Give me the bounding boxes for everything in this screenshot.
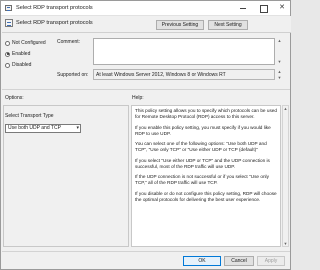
policy-icon bbox=[5, 5, 12, 11]
policy-dialog: Select RDP transport protocols ✕ Select … bbox=[0, 0, 291, 270]
cancel-button[interactable]: Cancel bbox=[224, 256, 254, 266]
transport-type-value: Use both UDP and TCP bbox=[8, 125, 61, 131]
close-icon[interactable]: ✕ bbox=[275, 1, 289, 15]
help-paragraph: This policy setting allows you to specif… bbox=[135, 108, 277, 119]
ok-button[interactable]: OK bbox=[183, 256, 221, 266]
footer-divider bbox=[2, 251, 290, 252]
transport-type-label: Select Transport Type bbox=[5, 113, 54, 119]
setting-icon bbox=[5, 19, 13, 27]
radio-button-selected[interactable] bbox=[5, 51, 10, 57]
supported-on-value: At least Windows Server 2012, Windows 8 … bbox=[93, 69, 275, 80]
comment-label: Comment: bbox=[57, 39, 81, 45]
minimize-icon[interactable] bbox=[236, 1, 250, 15]
supported-on-label: Supported on: bbox=[57, 72, 89, 78]
scroll-up-icon[interactable]: ▲ bbox=[283, 106, 288, 111]
radio-button[interactable] bbox=[5, 40, 10, 46]
radio-enabled[interactable]: Enabled bbox=[5, 51, 30, 58]
help-paragraph: If you select "Use either UDP or TCP" an… bbox=[135, 157, 270, 169]
previous-setting-button[interactable]: Previous Setting bbox=[156, 20, 204, 30]
help-paragraph: If the UDP connection is not successful … bbox=[135, 174, 269, 186]
apply-button[interactable]: Apply bbox=[257, 256, 285, 266]
scroll-down-icon[interactable]: ▼ bbox=[276, 75, 283, 81]
options-heading: Options: bbox=[5, 95, 24, 101]
radio-disabled[interactable]: Disabled bbox=[5, 62, 31, 69]
comment-field[interactable] bbox=[93, 38, 275, 65]
chevron-down-icon[interactable]: ▾ bbox=[76, 125, 79, 132]
help-text-panel: This policy setting allows you to specif… bbox=[131, 105, 281, 247]
policy-name: Select RDP transport protocols bbox=[16, 20, 93, 26]
window-title: Select RDP transport protocols bbox=[16, 5, 93, 11]
scroll-up-icon[interactable]: ▲ bbox=[276, 38, 283, 44]
help-heading: Help: bbox=[132, 95, 144, 101]
help-paragraph: You can select one of the following opti… bbox=[135, 141, 267, 153]
help-paragraph: If you enable this policy setting, you m… bbox=[135, 124, 271, 136]
help-scrollbar[interactable]: ▲ ▼ bbox=[282, 105, 289, 247]
scroll-down-icon[interactable]: ▼ bbox=[283, 241, 288, 246]
transport-type-select[interactable]: Use both UDP and TCP ▾ bbox=[5, 124, 81, 133]
help-paragraph: If you disable or do not configure this … bbox=[135, 190, 277, 202]
scroll-down-icon[interactable]: ▼ bbox=[276, 59, 283, 65]
section-divider bbox=[2, 89, 290, 90]
radio-not-configured[interactable]: Not Configured bbox=[5, 40, 46, 47]
title-bar: Select RDP transport protocols ✕ bbox=[1, 1, 290, 16]
next-setting-button[interactable]: Next Setting bbox=[208, 20, 248, 30]
maximize-icon[interactable] bbox=[256, 1, 270, 15]
radio-button[interactable] bbox=[5, 62, 10, 68]
